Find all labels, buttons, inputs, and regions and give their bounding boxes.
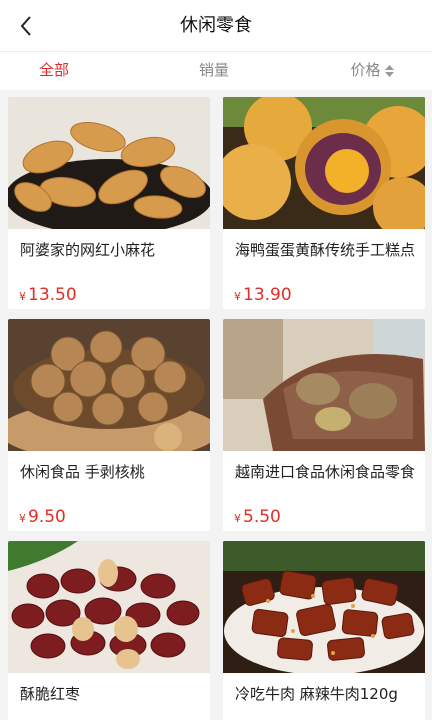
currency-symbol: ¥ (19, 290, 26, 303)
red-dates-photo (8, 541, 210, 673)
product-price: ¥13.50 (19, 285, 77, 305)
product-card[interactable]: 海鸭蛋蛋黄酥传统手工糕点 ¥13.90 (223, 97, 425, 309)
twisted-fried-dough-photo (8, 97, 210, 229)
product-price: ¥9.50 (19, 507, 66, 527)
walnuts-photo (8, 319, 210, 451)
product-image[interactable] (223, 541, 425, 673)
currency-symbol: ¥ (19, 512, 26, 525)
currency-symbol: ¥ (234, 512, 241, 525)
product-price: ¥5.50 (234, 507, 281, 527)
product-image[interactable] (8, 97, 210, 229)
product-image[interactable] (8, 319, 210, 451)
top-bar: 休闲零食 (0, 0, 432, 52)
product-name: 海鸭蛋蛋黄酥传统手工糕点 (235, 241, 415, 259)
product-name: 阿婆家的网红小麻花 (20, 241, 156, 259)
tab-price-label: 价格 (350, 61, 381, 79)
product-image[interactable] (223, 319, 425, 451)
product-card[interactable]: 阿婆家的网红小麻花 ¥13.50 (8, 97, 210, 309)
egg-yolk-pastry-photo (223, 97, 425, 229)
price-value: 13.90 (243, 285, 292, 305)
product-price: ¥13.90 (234, 285, 292, 305)
product-card[interactable]: 酥脆红枣 (8, 541, 210, 720)
sort-updown-icon (384, 64, 394, 77)
product-name: 越南进口食品休闲食品零食 (235, 463, 415, 481)
sort-tabs: 全部 销量 价格 (0, 52, 432, 90)
price-value: 13.50 (28, 285, 77, 305)
product-card[interactable]: 冷吃牛肉 麻辣牛肉120g (223, 541, 425, 720)
product-card[interactable]: 休闲食品 手剥核桃 ¥9.50 (8, 319, 210, 531)
tab-price[interactable]: 价格 (342, 52, 402, 90)
tab-sales[interactable]: 销量 (190, 52, 238, 90)
chestnut-cake-photo (223, 319, 425, 451)
currency-symbol: ¥ (234, 290, 241, 303)
spicy-beef-photo (223, 541, 425, 673)
product-image[interactable] (223, 97, 425, 229)
product-image[interactable] (8, 541, 210, 673)
price-value: 9.50 (28, 507, 66, 527)
product-name: 酥脆红枣 (20, 685, 81, 703)
price-value: 5.50 (243, 507, 281, 527)
product-name: 冷吃牛肉 麻辣牛肉120g (235, 685, 398, 703)
product-card[interactable]: 越南进口食品休闲食品零食 ¥5.50 (223, 319, 425, 531)
product-name: 休闲食品 手剥核桃 (20, 463, 145, 481)
page-title: 休闲零食 (180, 15, 252, 36)
tab-all[interactable]: 全部 (30, 52, 78, 90)
